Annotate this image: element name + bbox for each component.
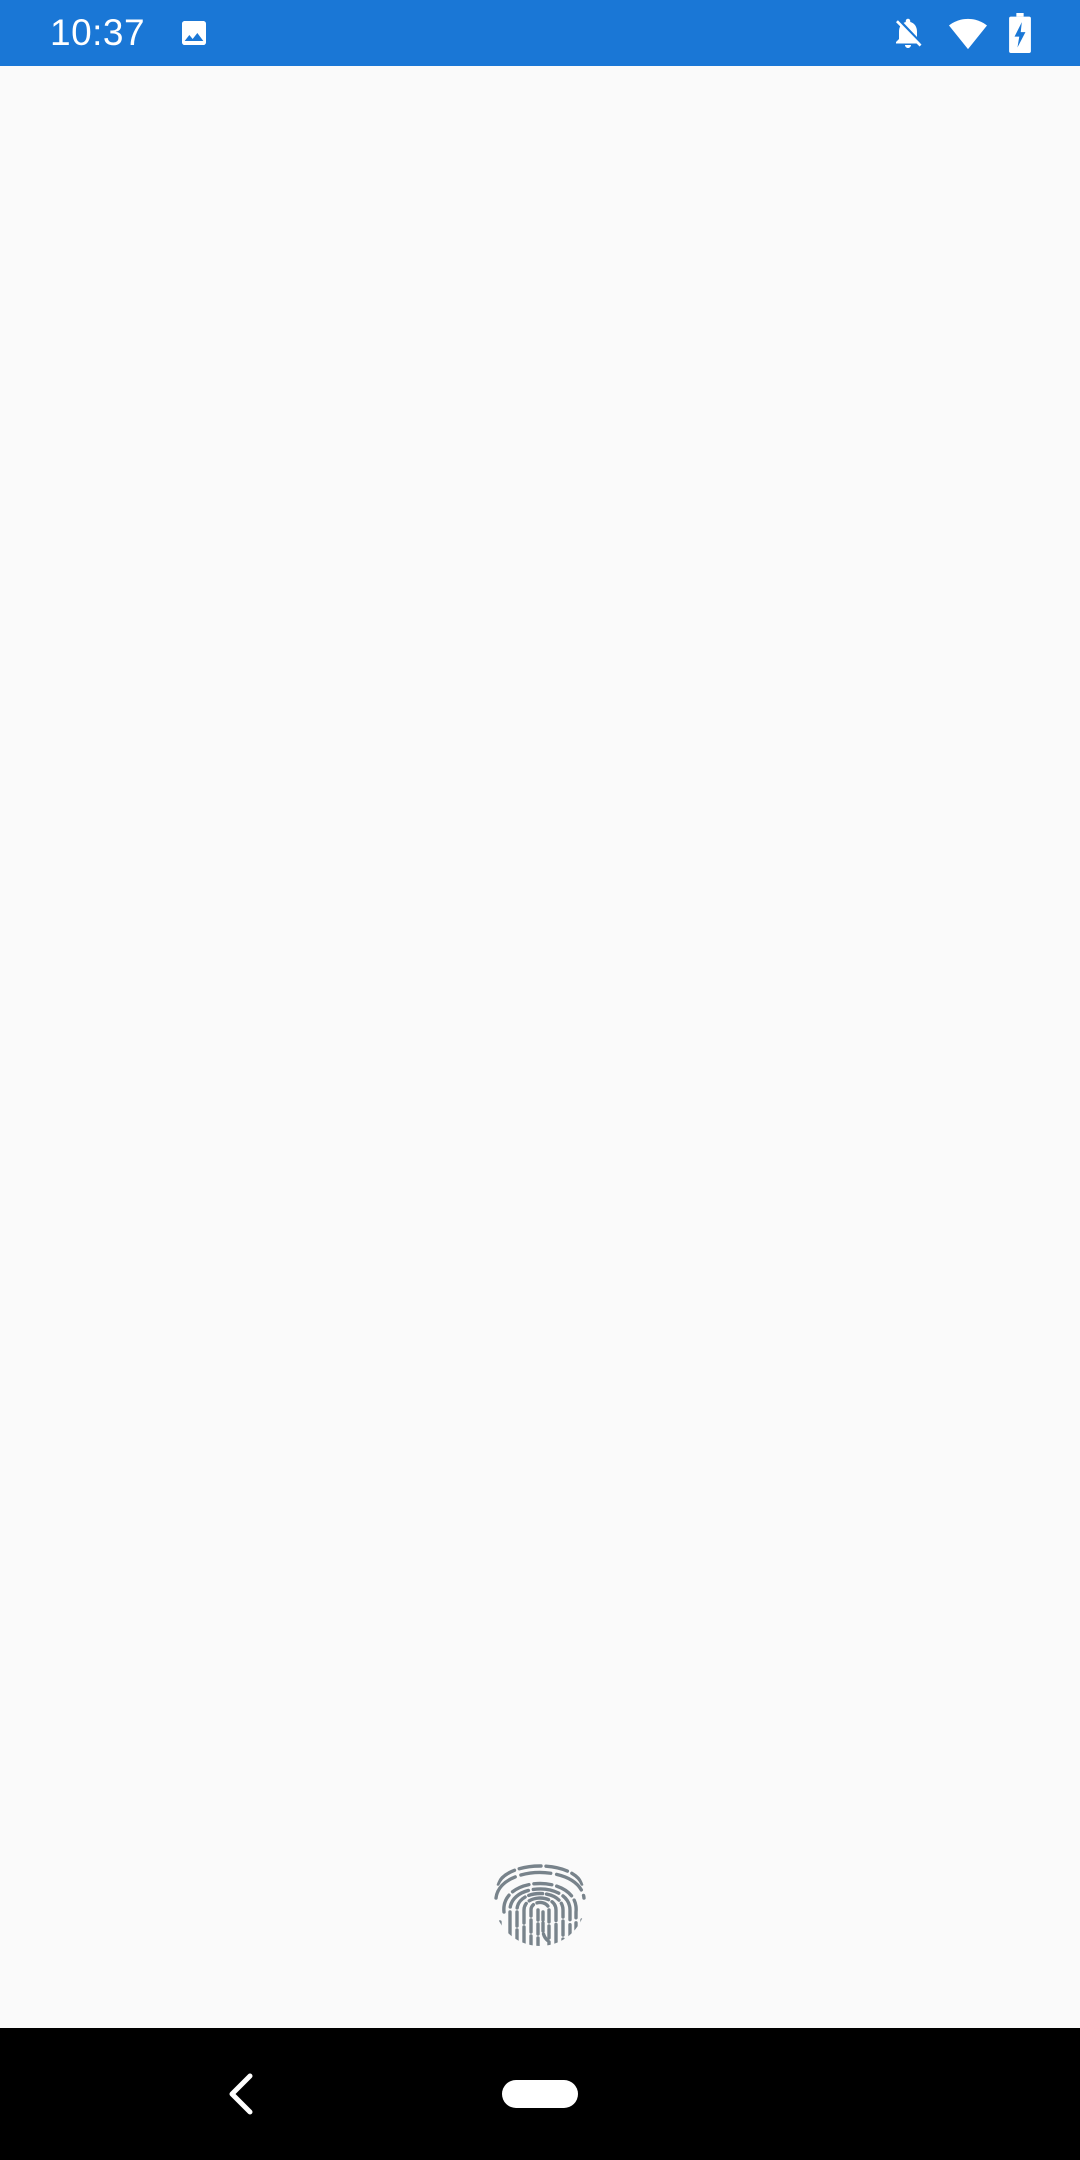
navigation-bar [0, 2028, 1080, 2160]
status-bar: 10:37 [0, 0, 1080, 66]
app-content [0, 66, 1080, 2028]
battery-charging-icon [1009, 13, 1031, 53]
home-pill[interactable] [502, 2080, 578, 2108]
back-icon[interactable] [222, 2068, 258, 2120]
status-time: 10:37 [50, 12, 146, 53]
fingerprint-icon[interactable] [490, 1850, 590, 1950]
notifications-off-icon [896, 18, 922, 48]
wifi-icon [949, 18, 987, 50]
image-notification-icon [182, 21, 206, 45]
